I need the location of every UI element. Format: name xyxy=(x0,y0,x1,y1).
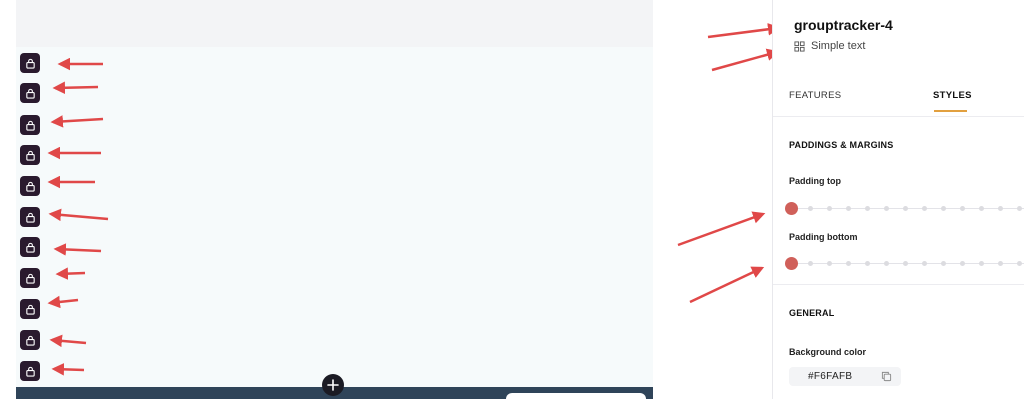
lock-button[interactable] xyxy=(20,83,40,103)
slider-step[interactable] xyxy=(979,206,984,211)
lock-icon xyxy=(25,150,35,161)
panel-subtitle-label: Simple text xyxy=(811,40,866,52)
lock-button[interactable] xyxy=(20,361,40,381)
slider-step[interactable] xyxy=(827,206,832,211)
slider-step[interactable] xyxy=(903,206,908,211)
lock-icon xyxy=(25,212,35,223)
slider-step[interactable] xyxy=(903,261,908,266)
copy-icon[interactable] xyxy=(881,371,892,382)
padding-bottom-slider[interactable] xyxy=(785,257,1024,271)
padding-top-label: Padding top xyxy=(789,176,841,186)
settings-panel: grouptracker-4 Simple text FEATURES STYL… xyxy=(772,0,1024,399)
lock-button[interactable] xyxy=(20,299,40,319)
slider-step[interactable] xyxy=(979,261,984,266)
lock-icon xyxy=(25,335,35,346)
padding-top-slider[interactable] xyxy=(785,202,1024,216)
bottom-bar-pill xyxy=(506,393,646,405)
tab-styles[interactable]: STYLES xyxy=(933,90,972,101)
canvas-block[interactable] xyxy=(16,47,653,387)
lock-icon xyxy=(25,181,35,192)
slider-step[interactable] xyxy=(1017,206,1022,211)
lock-icon xyxy=(25,242,35,253)
slider-step[interactable] xyxy=(884,261,889,266)
slider-step[interactable] xyxy=(922,206,927,211)
section-heading-general: GENERAL xyxy=(789,308,835,318)
lock-icon xyxy=(25,304,35,315)
lock-button[interactable] xyxy=(20,53,40,73)
lock-icon xyxy=(25,366,35,377)
slider-step[interactable] xyxy=(960,261,965,266)
active-tab-indicator xyxy=(934,110,967,112)
lock-button[interactable] xyxy=(20,176,40,196)
panel-title: grouptracker-4 xyxy=(794,17,893,33)
slider-step[interactable] xyxy=(884,206,889,211)
slider-step[interactable] xyxy=(922,261,927,266)
background-color-value[interactable]: #F6FAFB xyxy=(808,371,852,382)
slider-step[interactable] xyxy=(827,261,832,266)
add-block-button[interactable] xyxy=(322,374,344,396)
lock-icon xyxy=(25,120,35,131)
slider-thumb[interactable] xyxy=(785,202,798,215)
panel-tabs: FEATURES STYLES xyxy=(773,80,1024,117)
slider-step[interactable] xyxy=(808,261,813,266)
lock-button[interactable] xyxy=(20,268,40,288)
lock-button[interactable] xyxy=(20,115,40,135)
slider-step[interactable] xyxy=(865,261,870,266)
slider-step[interactable] xyxy=(865,206,870,211)
plus-icon xyxy=(327,379,339,391)
background-color-label: Background color xyxy=(789,347,867,357)
lock-icon xyxy=(25,273,35,284)
lock-button[interactable] xyxy=(20,207,40,227)
slider-step[interactable] xyxy=(808,206,813,211)
editor-canvas-area xyxy=(0,0,772,405)
slider-step[interactable] xyxy=(941,206,946,211)
grid-icon xyxy=(794,40,805,52)
tab-features[interactable]: FEATURES xyxy=(789,90,841,101)
panel-subtitle: Simple text xyxy=(794,40,865,52)
slider-step[interactable] xyxy=(960,206,965,211)
slider-step[interactable] xyxy=(846,261,851,266)
section-heading-paddings: PADDINGS & MARGINS xyxy=(789,140,894,150)
lock-icon xyxy=(25,58,35,69)
slider-step[interactable] xyxy=(941,261,946,266)
lock-button[interactable] xyxy=(20,330,40,350)
padding-bottom-label: Padding bottom xyxy=(789,232,858,242)
slider-step[interactable] xyxy=(998,206,1003,211)
section-divider xyxy=(773,284,1024,285)
slider-thumb[interactable] xyxy=(785,257,798,270)
slider-step[interactable] xyxy=(1017,261,1022,266)
slider-step[interactable] xyxy=(998,261,1003,266)
slider-step[interactable] xyxy=(846,206,851,211)
background-color-field[interactable]: #F6FAFB xyxy=(789,367,901,386)
lock-button[interactable] xyxy=(20,145,40,165)
lock-button[interactable] xyxy=(20,237,40,257)
lock-icon xyxy=(25,88,35,99)
canvas-top-strip xyxy=(16,0,653,47)
